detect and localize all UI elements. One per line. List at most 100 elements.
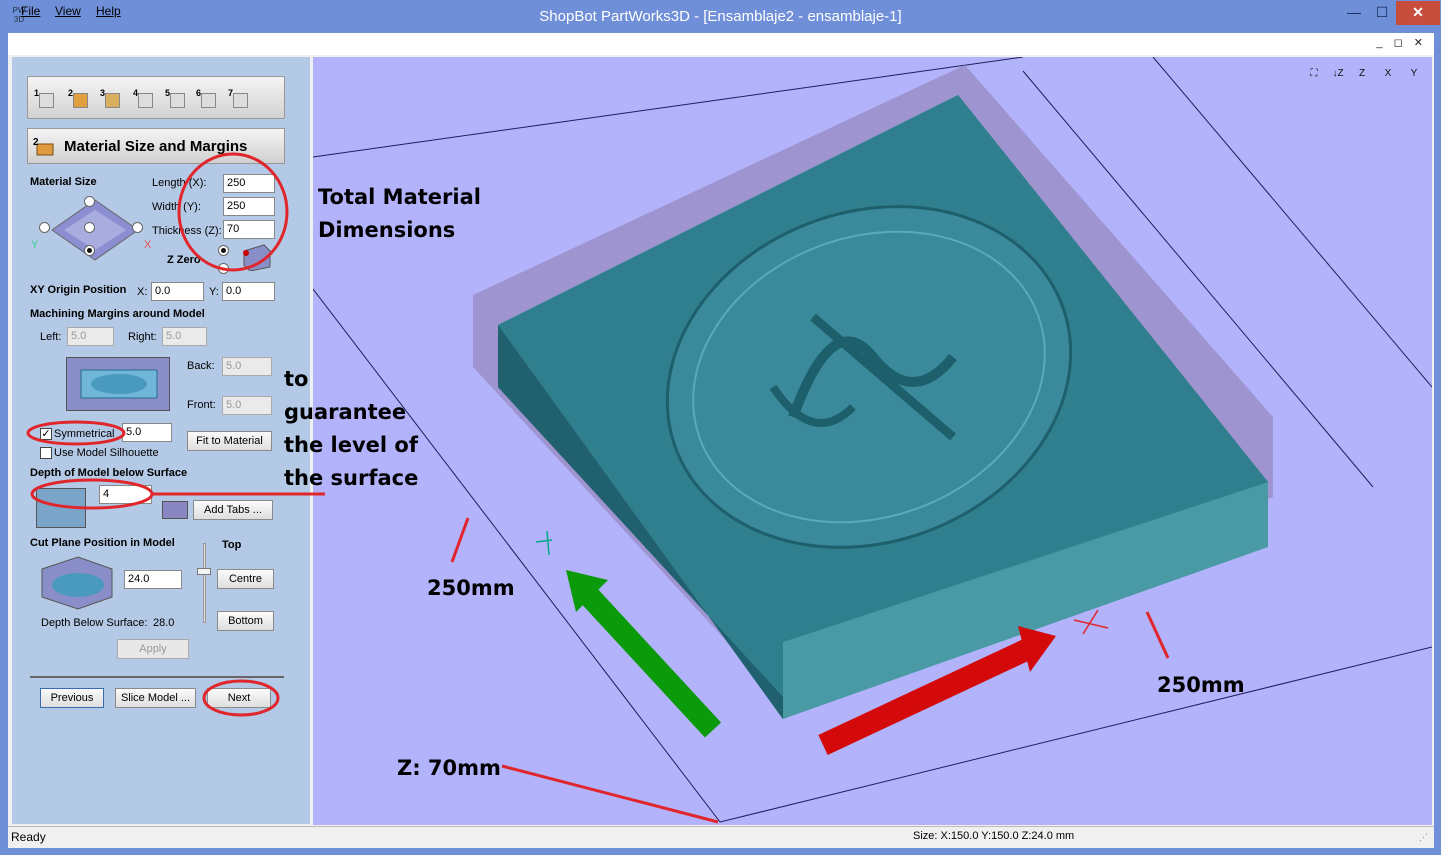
material-step-icon: 2 [33,136,55,158]
margin-back-input[interactable]: 5.0 [222,357,272,376]
menu-help-label: Help [96,4,121,18]
silhouette-checkbox[interactable] [40,447,52,459]
length-input[interactable]: 250 [223,174,275,193]
margin-back-label: Back: [187,360,215,372]
depth-preview-icon [36,488,86,528]
origin-x-input[interactable]: 0.0 [151,282,204,301]
step-title: Material Size and Margins [64,138,248,155]
toolpath-icon [105,93,120,108]
margin-right-label: Right: [128,331,157,343]
wizard-step-7[interactable]: 7 [228,88,250,110]
zoom-extents-icon[interactable]: ⛶ [1305,65,1323,83]
margin-left-label: Left: [40,331,62,343]
origin-x-label: X: [137,286,148,298]
depth-below-value: 28.0 [153,617,175,629]
depth-below-label: Depth Below Surface: [41,617,148,629]
resize-grip[interactable]: ⋰ [1419,832,1431,844]
origin-radio-left[interactable] [39,222,50,233]
close-button[interactable]: ✕ [1396,1,1440,25]
origin-radio-center[interactable] [84,222,95,233]
margins-label: Machining Margins around Model [30,308,205,320]
view-top-icon[interactable]: ↓Z [1329,65,1347,83]
depth-label: Depth of Model below Surface [30,467,188,479]
thickness-label: Thickness (Z): [152,225,222,237]
margin-right-input[interactable]: 5.0 [162,327,207,346]
menu-file-label: File [21,4,41,18]
margin-front-input[interactable]: 5.0 [222,396,272,415]
origin-radio-front[interactable] [84,245,95,256]
add-tabs-button[interactable]: Add Tabs ... [193,500,273,520]
axis-x-label: X [144,239,152,251]
depth-input[interactable]: 4 [99,485,152,504]
material-size-label: Material Size [30,176,97,188]
wizard-step-6[interactable]: 6 [196,88,218,110]
origin-y-input[interactable]: 0.0 [222,282,275,301]
next-button[interactable]: Next [207,688,271,708]
save-toolpath-icon [233,93,248,108]
fit-to-material-button[interactable]: Fit to Material [187,431,272,451]
minimize-button[interactable]: — [1340,1,1368,25]
menu-view[interactable]: View [55,4,81,18]
preview-icon [201,93,216,108]
window-title: ShopBot PartWorks3D - [Ensamblaje2 - ens… [539,8,902,25]
centre-button[interactable]: Centre [217,569,274,589]
view-z-icon[interactable]: Z [1353,65,1371,83]
width-input[interactable]: 250 [223,197,275,216]
model-margin-preview [66,357,170,411]
zzero-radio-bottom[interactable] [218,263,229,274]
margin-left-input[interactable]: 5.0 [67,327,114,346]
mdi-window-controls[interactable]: _ ◻ ✕ [1376,36,1427,49]
cutplane-preview-icon [38,555,116,611]
wizard-step-5[interactable]: 5 [165,88,187,110]
menu-bar [8,33,1434,55]
origin-radio-right[interactable] [132,222,143,233]
step-num-text: 2 [33,137,39,148]
roughing-icon [138,93,153,108]
cutplane-input[interactable]: 24.0 [124,570,182,589]
3d-viewport[interactable] [313,57,1432,825]
status-bar [8,826,1434,848]
axis-y-label: Y [31,239,39,251]
silhouette-label: Use Model Silhouette [54,447,159,459]
menu-file[interactable]: File [21,4,40,18]
scene-svg [313,57,1432,823]
wizard-step-4[interactable]: 4 [133,88,155,110]
thickness-input[interactable]: 70 [223,220,275,239]
previous-button[interactable]: Previous [40,688,104,708]
cutplane-slider-track[interactable] [203,543,206,623]
origin-y-label: Y: [209,286,219,298]
menu-view-label: View [55,4,81,18]
zzero-block-icon [238,243,272,272]
size-readout: Size: X:150.0 Y:150.0 Z:24.0 mm [913,830,1075,842]
width-label: Width (Y): [152,201,201,213]
symmetrical-checkbox[interactable]: ✓ [40,428,52,440]
slice-model-button[interactable]: Slice Model ... [115,688,196,708]
xy-origin-label: XY Origin Position [30,284,127,296]
view-y-icon[interactable]: Y [1405,65,1423,83]
material-icon [73,93,88,108]
finishing-icon [170,93,185,108]
status-text: Ready [11,830,46,844]
material-origin-picker [50,196,140,264]
box-icon [39,93,54,108]
wizard-step-2[interactable]: 2 [68,88,90,110]
tabs-icon [162,501,188,519]
wizard-step-1[interactable]: 1 [34,88,56,110]
menu-help[interactable]: Help [96,4,121,18]
symmetrical-input[interactable]: 5.0 [122,423,172,442]
wizard-step-3[interactable]: 3 [100,88,122,110]
cutplane-slider-handle[interactable] [197,568,211,575]
margin-front-label: Front: [187,399,216,411]
view-x-icon[interactable]: X [1379,65,1397,83]
divider [30,676,284,678]
cutplane-top-label: Top [222,539,242,551]
length-label: Length (X): [152,177,207,189]
view-toolbar: ⛶ ↓Z Z X Y [1305,65,1425,83]
bottom-button[interactable]: Bottom [217,611,274,631]
zzero-label: Z Zero [167,254,201,266]
origin-radio-back[interactable] [84,196,95,207]
cutplane-label: Cut Plane Position in Model [30,537,175,549]
zzero-radio-top[interactable] [218,245,229,256]
apply-button[interactable]: Apply [117,639,189,659]
maximize-button[interactable]: ☐ [1368,1,1396,25]
